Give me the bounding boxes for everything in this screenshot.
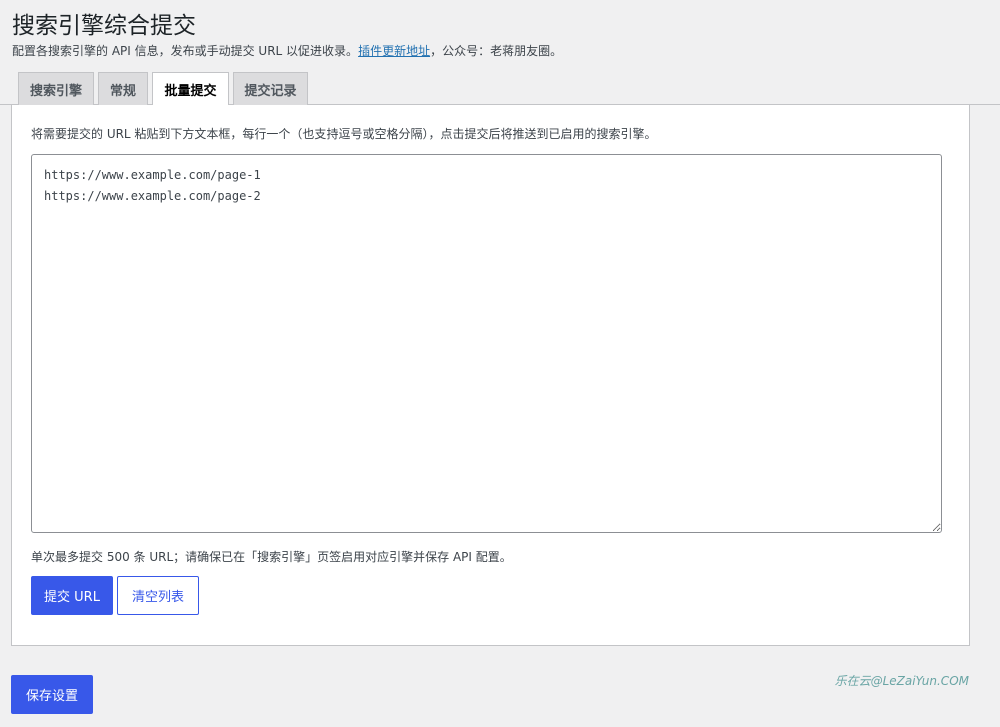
tab-submit-log[interactable]: 提交记录: [233, 72, 308, 105]
subtitle-suffix: ，公众号：老蒋朋友圈。: [430, 44, 563, 58]
page-title: 搜索引擎综合提交: [12, 13, 196, 39]
subtitle-text: 配置各搜索引擎的 API 信息，发布或手动提交 URL 以促进收录。: [12, 44, 359, 58]
right-gutter: [970, 105, 1000, 727]
batch-description: 将需要提交的 URL 粘贴到下方文本框，每行一个（也支持逗号或空格分隔），点击提…: [31, 127, 657, 141]
url-list-textarea[interactable]: [31, 154, 942, 533]
tab-batch-submit[interactable]: 批量提交: [152, 72, 229, 106]
page-subtitle: 配置各搜索引擎的 API 信息，发布或手动提交 URL 以促进收录。插件更新地址…: [12, 42, 562, 59]
batch-limit-note: 单次最多提交 500 条 URL；请确保已在「搜索引擎」页签启用对应引擎并保存 …: [31, 550, 512, 564]
settings-tabs: 搜索引擎 常规 批量提交 提交记录: [0, 72, 1000, 106]
batch-submit-panel: 将需要提交的 URL 粘贴到下方文本框，每行一个（也支持逗号或空格分隔），点击提…: [11, 105, 970, 646]
tab-general[interactable]: 常规: [98, 72, 148, 105]
clear-list-button[interactable]: 清空列表: [117, 576, 199, 615]
submit-url-button[interactable]: 提交 URL: [31, 576, 113, 615]
tab-search-engines[interactable]: 搜索引擎: [18, 72, 94, 105]
plugin-update-link[interactable]: 插件更新地址: [358, 44, 430, 58]
save-settings-button[interactable]: 保存设置: [11, 675, 93, 714]
watermark-text: 乐在云@LeZaiYun.COM: [834, 674, 969, 688]
